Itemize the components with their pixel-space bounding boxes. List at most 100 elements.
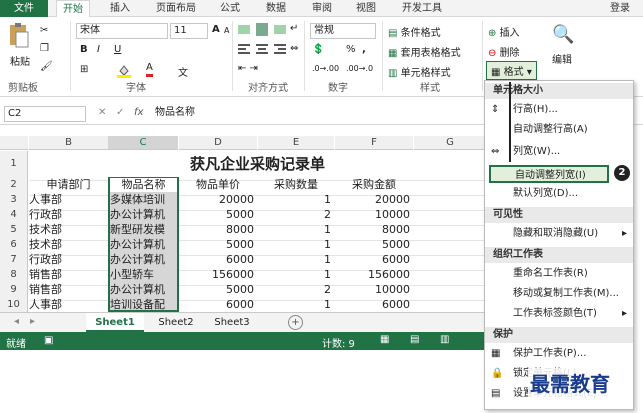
decimal-decrease-icon[interactable]: .00→.0 bbox=[346, 64, 373, 73]
table-cell[interactable]: 办公计算机 bbox=[110, 238, 177, 252]
column-header-c[interactable]: C bbox=[108, 136, 178, 150]
find-icon[interactable]: 🔍 bbox=[552, 24, 574, 45]
table-cell[interactable]: 办公计算机 bbox=[110, 208, 177, 222]
table-cell[interactable]: 人事部 bbox=[29, 298, 108, 312]
table-cell[interactable]: 10000 bbox=[335, 208, 413, 222]
decimal-increase-icon[interactable]: .0→.00 bbox=[312, 64, 339, 73]
header-cell[interactable]: 物品单价 bbox=[179, 178, 257, 192]
table-cell[interactable]: 5000 bbox=[179, 238, 257, 252]
table-cell[interactable]: 156000 bbox=[335, 268, 413, 282]
phonetic-icon[interactable]: 文 bbox=[178, 64, 188, 79]
sheet-tab-sheet1[interactable]: Sheet1 bbox=[86, 313, 144, 332]
table-cell[interactable]: 20000 bbox=[335, 193, 413, 207]
row-header[interactable]: 8 bbox=[0, 267, 28, 282]
row-header[interactable]: 3 bbox=[0, 192, 28, 207]
table-cell[interactable]: 办公计算机 bbox=[110, 253, 177, 267]
menu-item-move-copy-sheet[interactable]: 移动或复制工作表(M)... bbox=[485, 285, 633, 303]
table-cell[interactable]: 1 bbox=[258, 223, 334, 237]
table-format-button[interactable]: ▦ 套用表格格式 bbox=[388, 44, 461, 59]
align-top-icon[interactable] bbox=[238, 23, 298, 40]
table-cell[interactable]: 8000 bbox=[335, 223, 413, 237]
scroll-left-icon[interactable]: ◂ bbox=[14, 316, 19, 327]
table-cell[interactable]: 销售部 bbox=[29, 283, 108, 297]
tab-insert[interactable]: 插入 bbox=[104, 0, 136, 17]
column-header-e[interactable]: E bbox=[258, 136, 334, 150]
table-cell[interactable]: 1 bbox=[258, 298, 334, 312]
table-cell[interactable]: 多媒体培训 bbox=[110, 193, 177, 207]
menu-item-rename-sheet[interactable]: 重命名工作表(R) bbox=[485, 265, 633, 283]
table-cell[interactable]: 行政部 bbox=[29, 253, 108, 267]
italic-button[interactable]: I bbox=[97, 44, 100, 55]
menu-item-default-width[interactable]: 默认列宽(D)... bbox=[485, 185, 633, 203]
table-cell[interactable]: 5000 bbox=[179, 208, 257, 222]
table-cell[interactable]: 1 bbox=[258, 193, 334, 207]
table-cell[interactable]: 6000 bbox=[179, 298, 257, 312]
table-cell[interactable]: 6000 bbox=[179, 253, 257, 267]
row-header[interactable]: 10 bbox=[0, 297, 28, 312]
row-header[interactable]: 4 bbox=[0, 207, 28, 222]
table-cell[interactable]: 1 bbox=[258, 238, 334, 252]
underline-button[interactable]: U bbox=[114, 44, 121, 55]
table-cell[interactable]: 1 bbox=[258, 268, 334, 282]
formula-cancel-icon[interactable]: ✕ bbox=[98, 107, 106, 118]
table-cell[interactable]: 156000 bbox=[179, 268, 257, 282]
table-cell[interactable]: 5000 bbox=[335, 238, 413, 252]
comma-button[interactable]: , bbox=[362, 44, 366, 55]
table-cell[interactable]: 8000 bbox=[179, 223, 257, 237]
table-cell[interactable]: 行政部 bbox=[29, 208, 108, 222]
table-cell[interactable]: 人事部 bbox=[29, 193, 108, 207]
table-cell[interactable]: 6000 bbox=[335, 298, 413, 312]
number-format-select[interactable]: 常规 bbox=[310, 23, 376, 39]
column-header-g[interactable]: G bbox=[414, 136, 486, 150]
copy-icon[interactable]: ❐ bbox=[40, 43, 49, 54]
format-cells-button[interactable]: ▦ 格式 ▾ bbox=[486, 61, 537, 80]
table-cell[interactable]: 培训设备配 bbox=[110, 298, 177, 312]
table-cell[interactable]: 2 bbox=[258, 208, 334, 222]
table-cell[interactable]: 5000 bbox=[179, 283, 257, 297]
table-cell[interactable]: 技术部 bbox=[29, 223, 108, 237]
menu-item-hide-unhide[interactable]: 隐藏和取消隐藏(U) ▸ bbox=[485, 225, 633, 243]
formula-input[interactable]: 物品名称 bbox=[152, 106, 482, 122]
font-size-select[interactable]: 11 bbox=[170, 23, 208, 39]
conditional-format-button[interactable]: ▤ 条件格式 bbox=[388, 24, 441, 39]
sheet-tab-sheet2[interactable]: Sheet2 bbox=[150, 313, 202, 332]
fx-button[interactable]: fx bbox=[134, 107, 143, 118]
table-cell[interactable]: 6000 bbox=[335, 253, 413, 267]
menu-item-row-height[interactable]: ⇕ 行高(H)... bbox=[485, 101, 633, 119]
sheet-title[interactable]: 获凡企业采购记录单 bbox=[29, 154, 486, 174]
header-cell[interactable]: 申请部门 bbox=[29, 178, 108, 192]
cell-styles-button[interactable]: ▥ 单元格样式 bbox=[388, 64, 451, 79]
table-cell[interactable]: 销售部 bbox=[29, 268, 108, 282]
table-cell[interactable]: 新型研发模 bbox=[110, 223, 177, 237]
tab-developer[interactable]: 开发工具 bbox=[396, 0, 448, 17]
merge-center-icon[interactable]: ⇔ bbox=[290, 43, 298, 54]
header-cell-active[interactable]: 物品名称 bbox=[110, 178, 177, 192]
formula-enter-icon[interactable]: ✓ bbox=[116, 107, 124, 118]
row-header[interactable]: 7 bbox=[0, 252, 28, 267]
name-box[interactable]: C2 bbox=[4, 106, 86, 122]
row-header[interactable]: 5 bbox=[0, 222, 28, 237]
menu-item-tab-color[interactable]: 工作表标签颜色(T) ▸ bbox=[485, 305, 633, 323]
scroll-right-icon[interactable]: ▸ bbox=[30, 316, 35, 327]
page-layout-view-icon[interactable]: ▤ bbox=[410, 334, 419, 345]
percent-button[interactable]: % bbox=[346, 44, 356, 55]
table-cell[interactable]: 20000 bbox=[179, 193, 257, 207]
table-cell[interactable]: 技术部 bbox=[29, 238, 108, 252]
font-color-button[interactable]: A bbox=[146, 62, 153, 77]
tab-home[interactable]: 开始 bbox=[56, 0, 90, 17]
insert-cells-button[interactable]: ⊕ 插入 bbox=[488, 24, 520, 39]
table-cell[interactable]: 10000 bbox=[335, 283, 413, 297]
table-cell[interactable]: 小型轿车 bbox=[110, 268, 177, 282]
normal-view-icon[interactable]: ▦ bbox=[380, 334, 389, 345]
header-cell[interactable]: 采购数量 bbox=[258, 178, 334, 192]
add-sheet-button[interactable]: + bbox=[288, 315, 303, 330]
menu-item-column-width[interactable]: ⇔ 列宽(W)... bbox=[485, 143, 633, 161]
delete-cells-button[interactable]: ⊖ 删除 bbox=[488, 44, 520, 59]
paste-icon[interactable] bbox=[8, 23, 30, 52]
column-header-f[interactable]: F bbox=[335, 136, 413, 150]
font-size-decrease-button[interactable]: A bbox=[224, 26, 229, 35]
tab-file[interactable]: 文件 bbox=[0, 0, 48, 17]
table-cell[interactable]: 2 bbox=[258, 283, 334, 297]
menu-item-protect-sheet[interactable]: ▦ 保护工作表(P)... bbox=[485, 345, 633, 363]
row-header[interactable]: 6 bbox=[0, 237, 28, 252]
